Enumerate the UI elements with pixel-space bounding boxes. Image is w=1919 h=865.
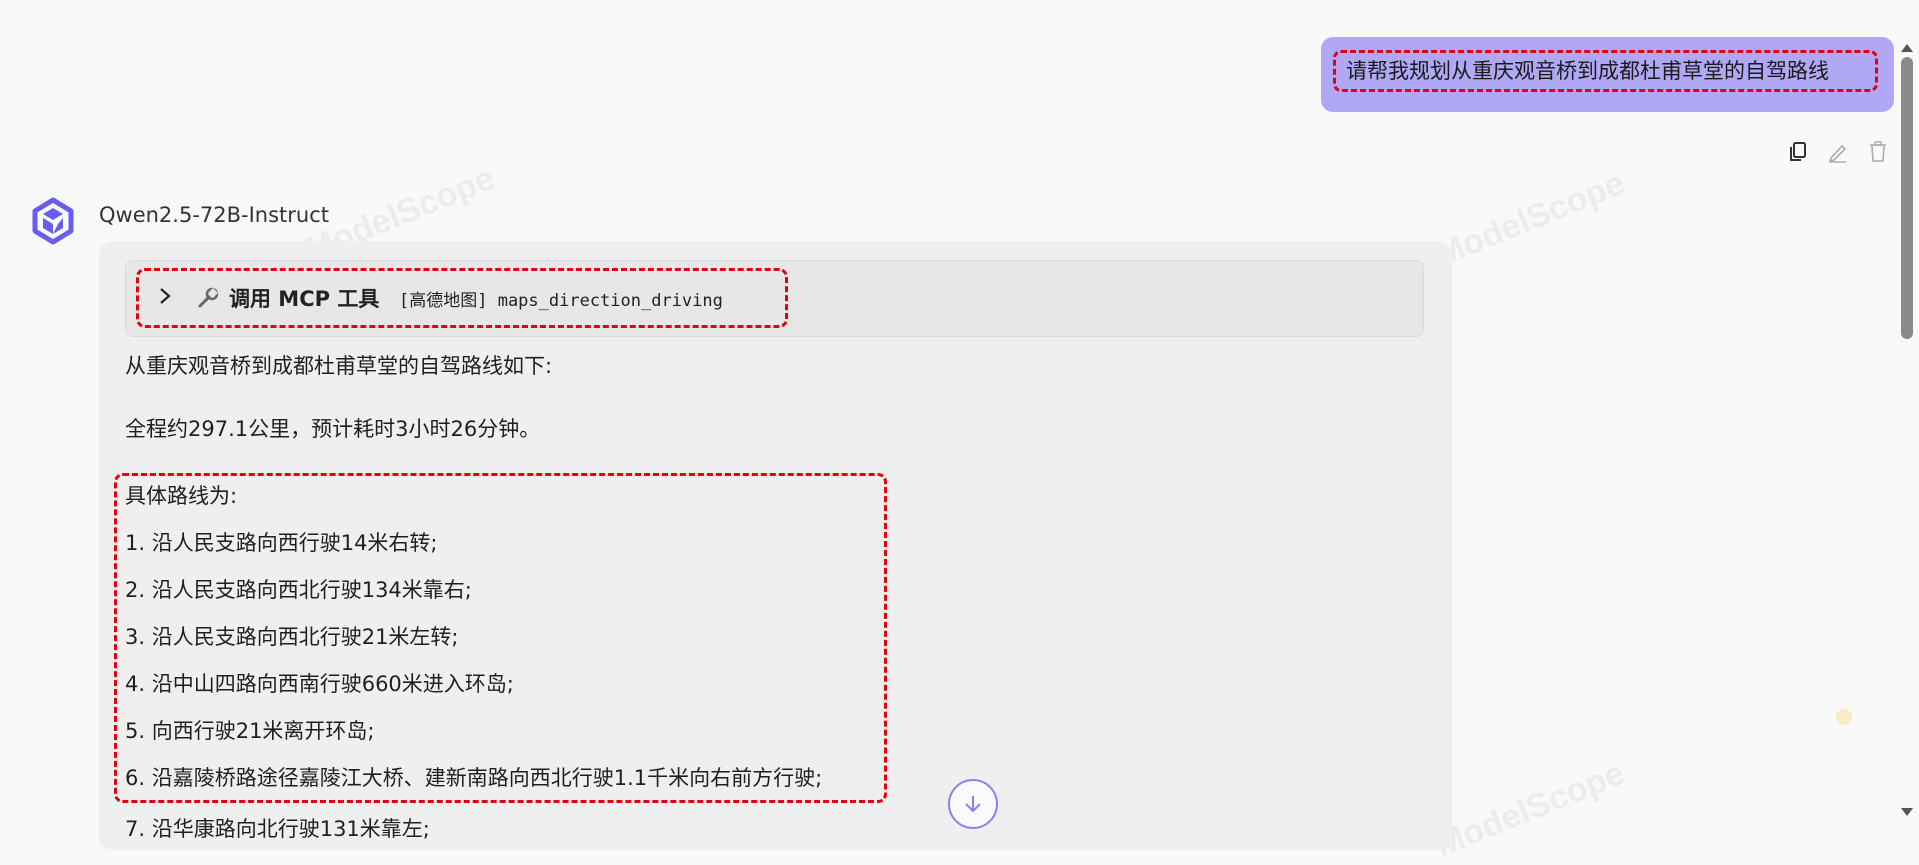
tool-call-label: 调用 MCP 工具: [229, 287, 380, 311]
route-step: 5. 向西行驶21米离开环岛;: [125, 719, 375, 743]
wrench-icon: [195, 285, 221, 311]
user-message-text: 请帮我规划从重庆观音桥到成都杜甫草堂的自驾路线: [1333, 50, 1878, 92]
route-step: 4. 沿中山四路向西南行驶660米进入环岛;: [125, 672, 514, 696]
route-intro: 从重庆观音桥到成都杜甫草堂的自驾路线如下:: [125, 354, 553, 378]
steps-heading: 具体路线为:: [125, 484, 238, 508]
scrollbar-thumb[interactable]: [1901, 57, 1913, 339]
copy-icon[interactable]: [1786, 140, 1810, 164]
assistant-answer-card: 调用 MCP 工具 [高德地图] maps_direction_driving …: [99, 241, 1452, 850]
watermark: ModelScope: [1429, 163, 1630, 275]
arrow-down-icon: [965, 796, 981, 813]
watermark: ModelScope: [1429, 753, 1630, 865]
route-step: 6. 沿嘉陵桥路途径嘉陵江大桥、建新南路向西北行驶1.1千米向右前方行驶;: [125, 766, 823, 790]
tool-call-panel[interactable]: 调用 MCP 工具 [高德地图] maps_direction_driving: [125, 260, 1424, 337]
model-name: Qwen2.5-72B-Instruct: [99, 203, 330, 227]
chevron-right-icon[interactable]: [155, 283, 175, 309]
route-summary: 全程约297.1公里，预计耗时3小时26分钟。: [125, 417, 541, 441]
message-actions: [1786, 140, 1890, 164]
user-message-bubble: 请帮我规划从重庆观音桥到成都杜甫草堂的自驾路线: [1321, 37, 1894, 112]
route-step: 3. 沿人民支路向西北行驶21米左转;: [125, 625, 459, 649]
route-step: 7. 沿华康路向北行驶131米靠左;: [125, 817, 430, 841]
trash-icon[interactable]: [1866, 140, 1890, 164]
scroll-to-bottom-button[interactable]: [948, 779, 998, 829]
qwen-logo-icon: [29, 196, 77, 246]
route-step: 2. 沿人民支路向西北行驶134米靠右;: [125, 578, 472, 602]
tool-call-code: [高德地图] maps_direction_driving: [399, 291, 723, 311]
tool-call-highlight: 调用 MCP 工具 [高德地图] maps_direction_driving: [136, 268, 788, 328]
pencil-icon[interactable]: [1826, 140, 1850, 164]
route-step: 1. 沿人民支路向西行驶14米右转;: [125, 531, 438, 555]
decorative-dot: [1836, 709, 1852, 725]
